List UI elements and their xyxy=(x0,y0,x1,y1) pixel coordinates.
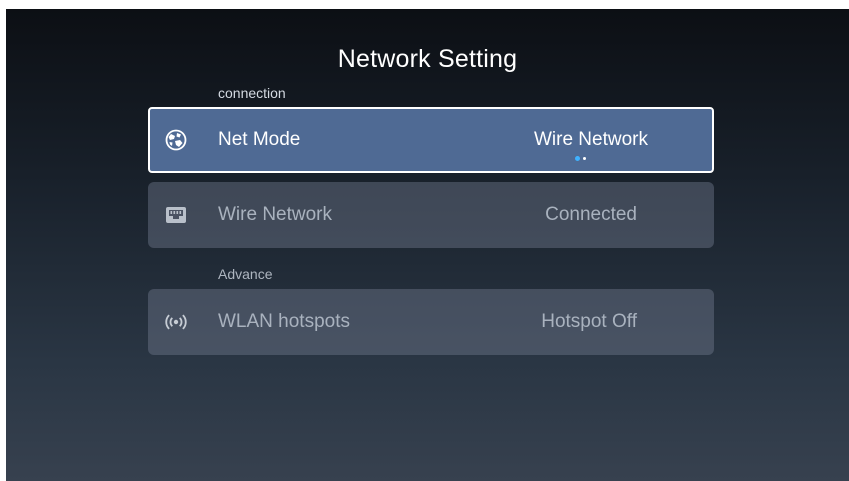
section-label-advance: Advance xyxy=(218,266,273,282)
hotspot-signal-icon xyxy=(165,311,187,333)
wlan-hotspots-status: Hotspot Off xyxy=(541,311,637,332)
net-mode-row[interactable]: Net Mode Wire Network xyxy=(148,107,714,173)
ethernet-port-icon xyxy=(165,204,187,226)
wire-network-row[interactable]: Wire Network Connected xyxy=(148,182,714,248)
wire-network-status: Connected xyxy=(545,204,637,225)
globe-icon xyxy=(165,129,187,151)
net-mode-label: Net Mode xyxy=(218,129,301,150)
active-dot xyxy=(575,155,580,161)
tv-screen: Network Setting connection Net Mode Wire… xyxy=(6,9,849,481)
wire-network-label: Wire Network xyxy=(218,204,333,225)
page-indicator-dots xyxy=(575,155,586,161)
section-label-connection: connection xyxy=(218,85,286,101)
inactive-dot xyxy=(583,156,586,160)
wlan-hotspots-row[interactable]: WLAN hotspots Hotspot Off xyxy=(148,289,714,355)
page-title: Network Setting xyxy=(337,45,518,73)
net-mode-value: Wire Network xyxy=(533,129,648,150)
wlan-hotspots-label: WLAN hotspots xyxy=(218,311,350,332)
